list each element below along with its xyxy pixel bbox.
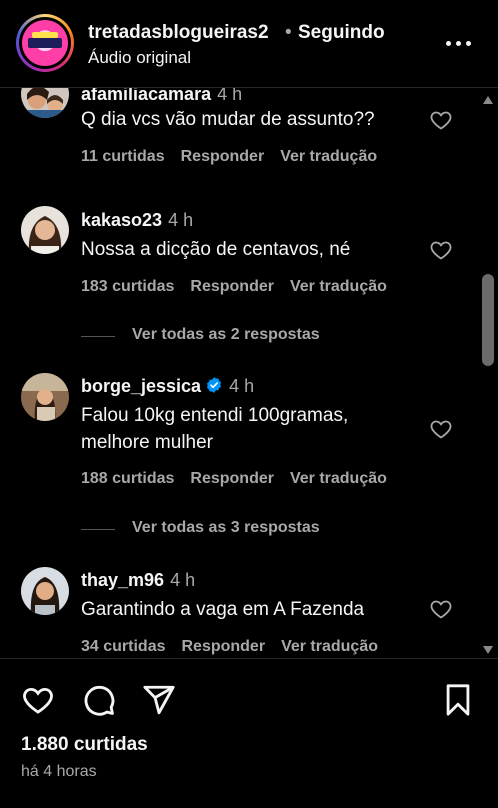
commenter-avatar[interactable] [21, 88, 69, 118]
heart-icon[interactable] [429, 417, 453, 441]
view-replies-button[interactable]: Ver todas as 2 respostas [81, 326, 381, 346]
comment-time: 4 h [170, 570, 196, 590]
bookmark-icon[interactable] [441, 683, 475, 717]
comment-time: 4 h [217, 88, 243, 104]
comment-likes[interactable]: 34 curtidas [81, 638, 165, 655]
scrollbar-thumb[interactable] [482, 274, 494, 366]
comment-actions: 188 curtidas Responder Ver tradução [81, 470, 403, 488]
comment-likes[interactable]: 188 curtidas [81, 470, 174, 487]
comment-actions: 34 curtidas Responder Ver tradução [81, 638, 394, 656]
share-icon[interactable] [142, 683, 176, 717]
footer-divider [0, 658, 498, 659]
comment-actions: 183 curtidas Responder Ver tradução [81, 278, 403, 296]
more-horizontal-icon[interactable] [444, 33, 474, 53]
post-likes-count[interactable]: 1.880 curtidas [21, 734, 148, 756]
comment-text: Garantindo a vaga em A Fazenda [81, 599, 365, 620]
heart-icon[interactable] [429, 597, 453, 621]
avatar-logo-bottom [28, 38, 62, 48]
view-replies-button[interactable]: Ver todas as 3 respostas [81, 519, 381, 539]
translate-button[interactable]: Ver tradução [280, 148, 377, 165]
comment-username[interactable]: kakaso23 4 h [81, 210, 193, 231]
comment-username-text[interactable]: afamiliacamara [81, 88, 211, 104]
commenter-avatar[interactable] [21, 373, 69, 421]
post-time-ago: há 4 horas [21, 763, 97, 780]
heart-icon[interactable] [21, 683, 55, 717]
comment-time: 4 h [229, 376, 255, 396]
comment-username-text[interactable]: thay_m96 [81, 570, 164, 590]
following-button[interactable]: Seguindo [298, 22, 385, 44]
scroll-up-arrow-icon[interactable] [483, 96, 493, 104]
verified-badge-icon [207, 377, 222, 393]
translate-button[interactable]: Ver tradução [290, 278, 387, 295]
comment-likes[interactable]: 183 curtidas [81, 278, 174, 295]
heart-icon[interactable] [429, 108, 453, 132]
comment-actions: 11 curtidas Responder Ver tradução [81, 148, 393, 166]
avatar-image [22, 20, 68, 66]
replies-line [81, 529, 115, 530]
view-replies-label[interactable]: Ver todas as 3 respostas [132, 519, 320, 537]
header-username[interactable]: tretadasblogueiras2 [88, 22, 269, 44]
commenter-avatar[interactable] [21, 206, 69, 254]
comments-scrollbar[interactable] [480, 96, 496, 658]
view-replies-label[interactable]: Ver todas as 2 respostas [132, 326, 320, 344]
profile-avatar[interactable] [16, 14, 74, 72]
scroll-down-arrow-icon[interactable] [483, 646, 493, 654]
replies-line [81, 336, 115, 337]
reply-button[interactable]: Responder [181, 638, 265, 655]
heart-icon[interactable] [429, 238, 453, 262]
comment-username[interactable]: borge_jessica 4 h [81, 376, 254, 397]
comment-time: 4 h [168, 210, 194, 230]
comment-username-text[interactable]: borge_jessica [81, 376, 201, 396]
comment-username[interactable]: thay_m96 4 h [81, 570, 195, 591]
audio-label[interactable]: Áudio original [88, 48, 191, 68]
comment-text: Falou 10kg entendi 100gramas, melhore mu… [81, 405, 349, 453]
commenter-avatar[interactable] [21, 567, 69, 615]
comments-list: afamiliacamara 4 h Q dia vcs vão mudar de… [0, 88, 498, 658]
header-separator: • [285, 22, 292, 43]
comment-username-text[interactable]: kakaso23 [81, 210, 162, 230]
comment-text: Nossa a dicção de centavos, né [81, 239, 351, 260]
reply-button[interactable]: Responder [190, 278, 274, 295]
reply-button[interactable]: Responder [190, 470, 274, 487]
reply-button[interactable]: Responder [181, 148, 265, 165]
comment-username[interactable]: afamiliacamara 4 h [81, 88, 242, 105]
comment-text: Q dia vcs vão mudar de assunto?? [81, 109, 375, 130]
comment-likes[interactable]: 11 curtidas [81, 148, 165, 165]
post-header: tretadasblogueiras2 • Seguindo Áudio ori… [0, 0, 498, 88]
comment-icon[interactable] [82, 683, 116, 717]
translate-button[interactable]: Ver tradução [281, 638, 378, 655]
translate-button[interactable]: Ver tradução [290, 470, 387, 487]
